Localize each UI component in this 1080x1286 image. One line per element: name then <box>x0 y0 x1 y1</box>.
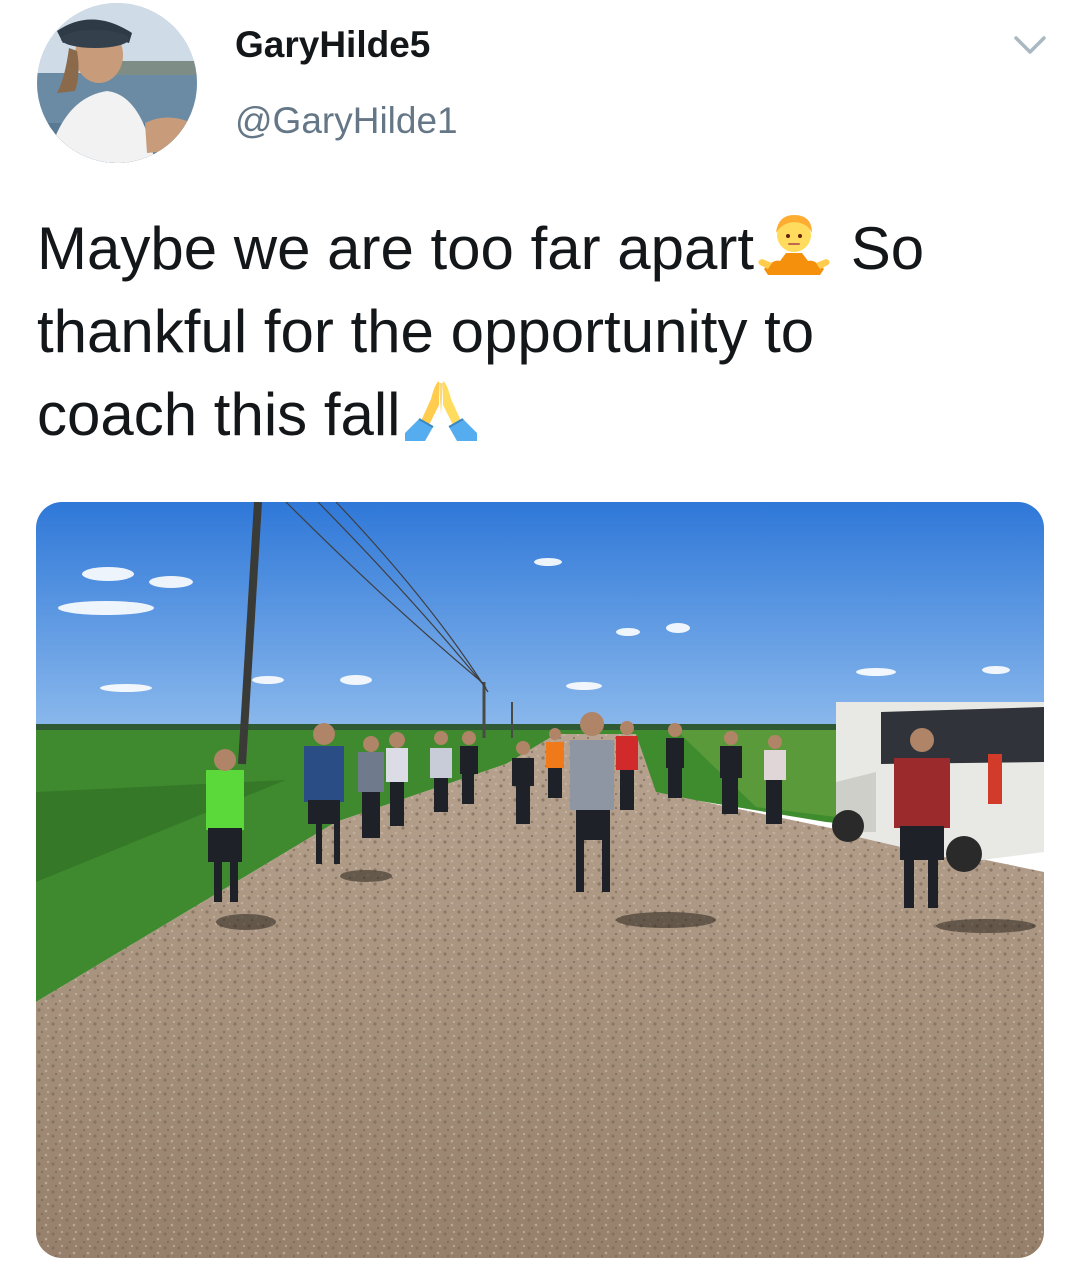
photo-image <box>36 502 1044 1258</box>
tweet-text-segment: So <box>834 215 925 282</box>
tweet-text-segment: Maybe we are too far apart <box>37 215 755 282</box>
folded-hands-icon <box>401 375 481 443</box>
tweet-text: Maybe we are too far apart So thankful f… <box>37 207 1037 456</box>
author-display-name[interactable]: GaryHilde5 <box>235 24 430 66</box>
tweet-text-line: Maybe we are too far apart So <box>37 207 1037 290</box>
tweet-card: GaryHilde5 @GaryHilde1 Maybe we are too … <box>0 0 1080 1286</box>
person-shrugging-icon <box>754 209 834 277</box>
tweet-photo[interactable] <box>36 502 1044 1258</box>
tweet-text-segment: coach this fall <box>37 381 401 448</box>
tweet-menu-button[interactable] <box>1010 30 1050 60</box>
tweet-text-line: coach this fall <box>37 373 1037 456</box>
chevron-down-icon <box>1014 36 1046 54</box>
author-avatar[interactable] <box>37 3 197 163</box>
author-handle[interactable]: @GaryHilde1 <box>235 100 458 142</box>
profile-photo <box>37 3 197 163</box>
tweet-text-line: thankful for the opportunity to <box>37 290 1037 373</box>
tweet-text-segment: thankful for the opportunity to <box>37 298 815 365</box>
